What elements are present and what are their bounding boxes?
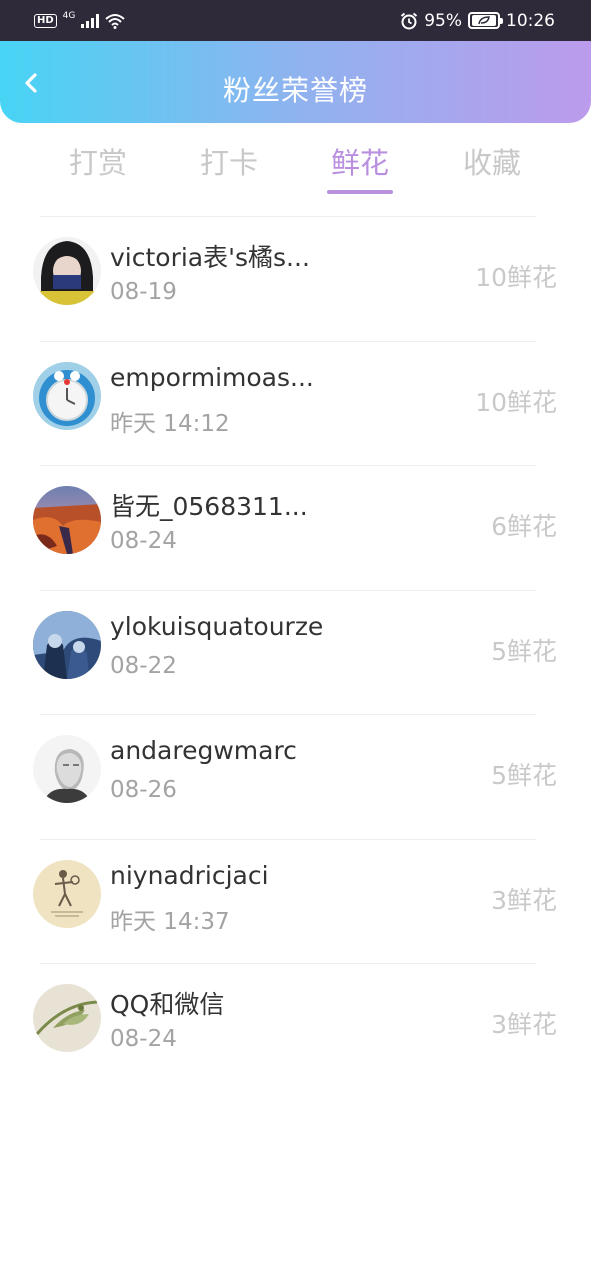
fan-name: QQ和微信 — [110, 990, 225, 1019]
list-item[interactable]: andaregwmarc 08-26 5鲜花 — [0, 714, 591, 839]
avatar[interactable] — [33, 237, 101, 305]
list-item[interactable]: QQ和微信 08-24 3鲜花 — [0, 963, 591, 1088]
active-tab-indicator — [327, 190, 393, 194]
tab-flowers-label: 鲜花 — [330, 146, 389, 180]
fan-time: 08-24 — [110, 528, 177, 554]
battery-icon — [468, 12, 503, 29]
list-item[interactable]: 皆无_0568311... 08-24 6鲜花 — [0, 465, 591, 590]
status-left: HD 4G — [34, 10, 126, 29]
list-item[interactable]: niynadricjaci 昨天 14:37 3鲜花 — [0, 838, 591, 964]
list-item[interactable]: ylokuisquatourze 08-22 5鲜花 — [0, 589, 591, 715]
avatar[interactable] — [33, 610, 101, 679]
flower-count: 3鲜花 — [491, 1010, 557, 1039]
flower-count: 10鲜花 — [475, 263, 557, 292]
flower-count: 3鲜花 — [491, 885, 557, 915]
fan-time: 08-26 — [110, 777, 177, 803]
hd-icon: HD — [34, 13, 57, 28]
fan-name: 皆无_0568311... — [110, 492, 308, 521]
flower-count: 6鲜花 — [491, 512, 557, 541]
status-right: 95% 10:26 — [400, 11, 555, 31]
page-title: 粉丝荣誉榜 — [222, 74, 368, 107]
fan-name: empormimoas... — [110, 362, 314, 392]
signal-icon — [81, 13, 100, 28]
fan-time: 昨天 14:37 — [110, 908, 230, 935]
fan-name: ylokuisquatourze — [110, 611, 324, 641]
tab-favorites[interactable]: 收藏 — [432, 140, 552, 182]
fan-time: 08-19 — [110, 279, 177, 305]
flower-count: 5鲜花 — [491, 636, 557, 666]
alarm-icon — [401, 12, 418, 29]
list-item[interactable]: victoria表's橘s... 08-19 10鲜花 — [0, 216, 591, 341]
tab-checkin[interactable]: 打卡 — [169, 140, 289, 182]
wifi-icon — [105, 13, 126, 29]
battery-percent: 95% — [424, 10, 462, 31]
fan-name: niynadricjaci — [110, 860, 269, 890]
tab-flowers[interactable]: 鲜花 — [300, 140, 420, 194]
fan-ranking-list: victoria表's橘s... 08-19 10鲜花 empormimoas.… — [0, 216, 591, 1088]
avatar[interactable] — [33, 361, 101, 430]
network-type: 4G — [62, 10, 76, 21]
avatar[interactable] — [33, 984, 101, 1052]
list-item[interactable]: empormimoas... 昨天 14:12 10鲜花 — [0, 340, 591, 466]
tab-tip[interactable]: 打赏 — [38, 140, 158, 182]
avatar[interactable] — [33, 859, 101, 928]
header-bar: 粉丝荣誉榜 — [0, 41, 591, 123]
fan-name: victoria表's橘s... — [110, 243, 310, 272]
flower-count: 10鲜花 — [475, 387, 557, 417]
fan-name: andaregwmarc — [110, 736, 297, 765]
avatar[interactable] — [33, 486, 101, 554]
tab-bar: 打赏 打卡 鲜花 收藏 — [0, 140, 591, 200]
fan-time: 昨天 14:12 — [110, 410, 230, 437]
flower-count: 5鲜花 — [491, 761, 557, 790]
clock: 10:26 — [506, 10, 555, 31]
fan-time: 08-22 — [110, 652, 177, 679]
status-bar: HD 4G 95% 10:26 — [0, 0, 591, 41]
fan-time: 08-24 — [110, 1026, 177, 1052]
avatar[interactable] — [33, 735, 101, 803]
